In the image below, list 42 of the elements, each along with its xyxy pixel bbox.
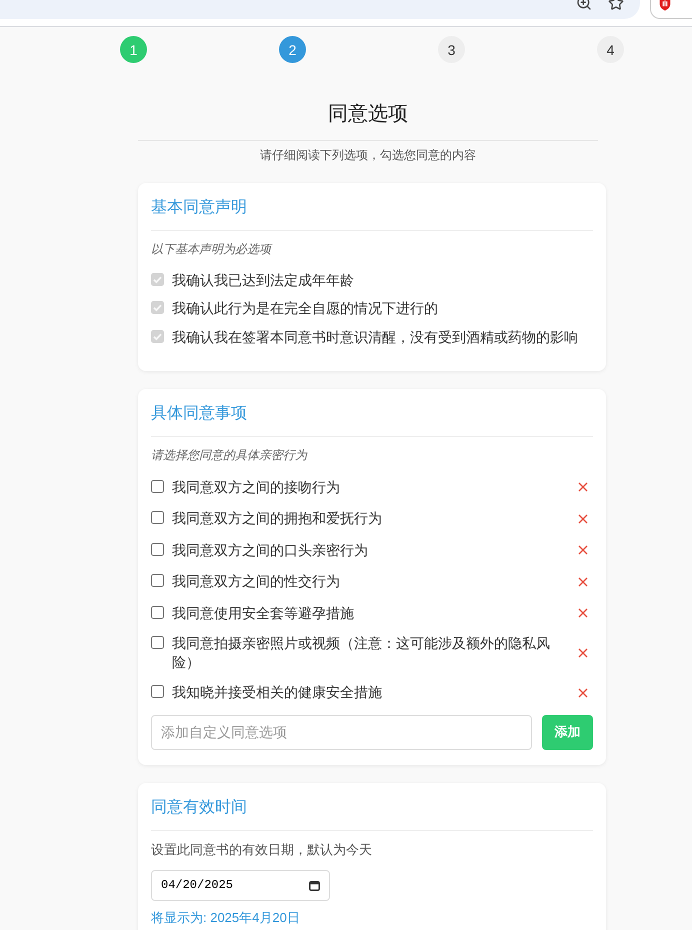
checkbox[interactable]: [151, 636, 164, 648]
option-label: 我确认我已达到法定成年年龄: [172, 270, 354, 290]
section-title: 具体同意事项: [151, 402, 593, 436]
calendar-icon[interactable]: [309, 880, 320, 890]
section-note: 请选择您同意的具体亲密行为: [151, 446, 308, 462]
step-indicator: 3: [438, 36, 465, 63]
option-label: 我同意拍摄亲密照片或视频（注意：这可能涉及额外的隐私风险）: [172, 634, 551, 672]
option-label: 我同意双方之间的口头亲密行为: [172, 540, 368, 560]
page-subtitle: 请仔细阅读下列选项，勾选您同意的内容: [259, 147, 477, 163]
section-description: 设置此同意书的有效日期，默认为今天: [151, 840, 373, 858]
option-label: 我同意双方之间的接吻行为: [172, 478, 340, 496]
custom-option-input[interactable]: 添加自定义同意选项: [151, 714, 532, 750]
close-icon[interactable]: [578, 576, 588, 587]
checkbox[interactable]: [151, 511, 164, 524]
checkbox[interactable]: [151, 480, 164, 492]
close-icon[interactable]: [578, 482, 588, 492]
checkbox[interactable]: [151, 574, 164, 587]
date-field[interactable]: 04/20/2025: [151, 870, 330, 900]
option-label: 我确认此行为是在完全自愿的情况下进行的: [172, 299, 438, 318]
checkbox[interactable]: [151, 542, 164, 556]
close-icon[interactable]: [578, 648, 588, 658]
close-icon[interactable]: [578, 608, 588, 618]
step-indicator: 2: [279, 36, 306, 63]
extension-button[interactable]: [650, 0, 692, 19]
step-indicator: 1: [120, 36, 147, 63]
close-icon[interactable]: [578, 514, 588, 524]
close-icon[interactable]: [578, 545, 588, 556]
option-label: 我确认我在签署本同意书时意识清醒，没有受到酒精或药物的影响: [172, 328, 578, 346]
option-label: 我同意使用安全套等避孕措施: [172, 604, 354, 622]
shield-icon: [658, 0, 672, 11]
close-icon[interactable]: [578, 688, 588, 698]
option-label: 我同意双方之间的拥抱和爱抚行为: [172, 509, 382, 528]
page-title: 同意选项: [327, 102, 409, 127]
checkbox[interactable]: [151, 606, 164, 618]
option-label: 我知晓并接受相关的健康安全措施: [172, 683, 382, 702]
checkbox[interactable]: [151, 685, 164, 698]
section-note: 以下基本声明为必选项: [151, 241, 274, 257]
option-label: 我同意双方之间的性交行为: [172, 572, 340, 591]
section-title: 同意有效时间: [151, 796, 593, 830]
date-preview: 将显示为: 2025年4月20日: [151, 910, 301, 926]
section-title: 基本同意声明: [151, 196, 593, 231]
step-indicator: 4: [597, 36, 624, 63]
